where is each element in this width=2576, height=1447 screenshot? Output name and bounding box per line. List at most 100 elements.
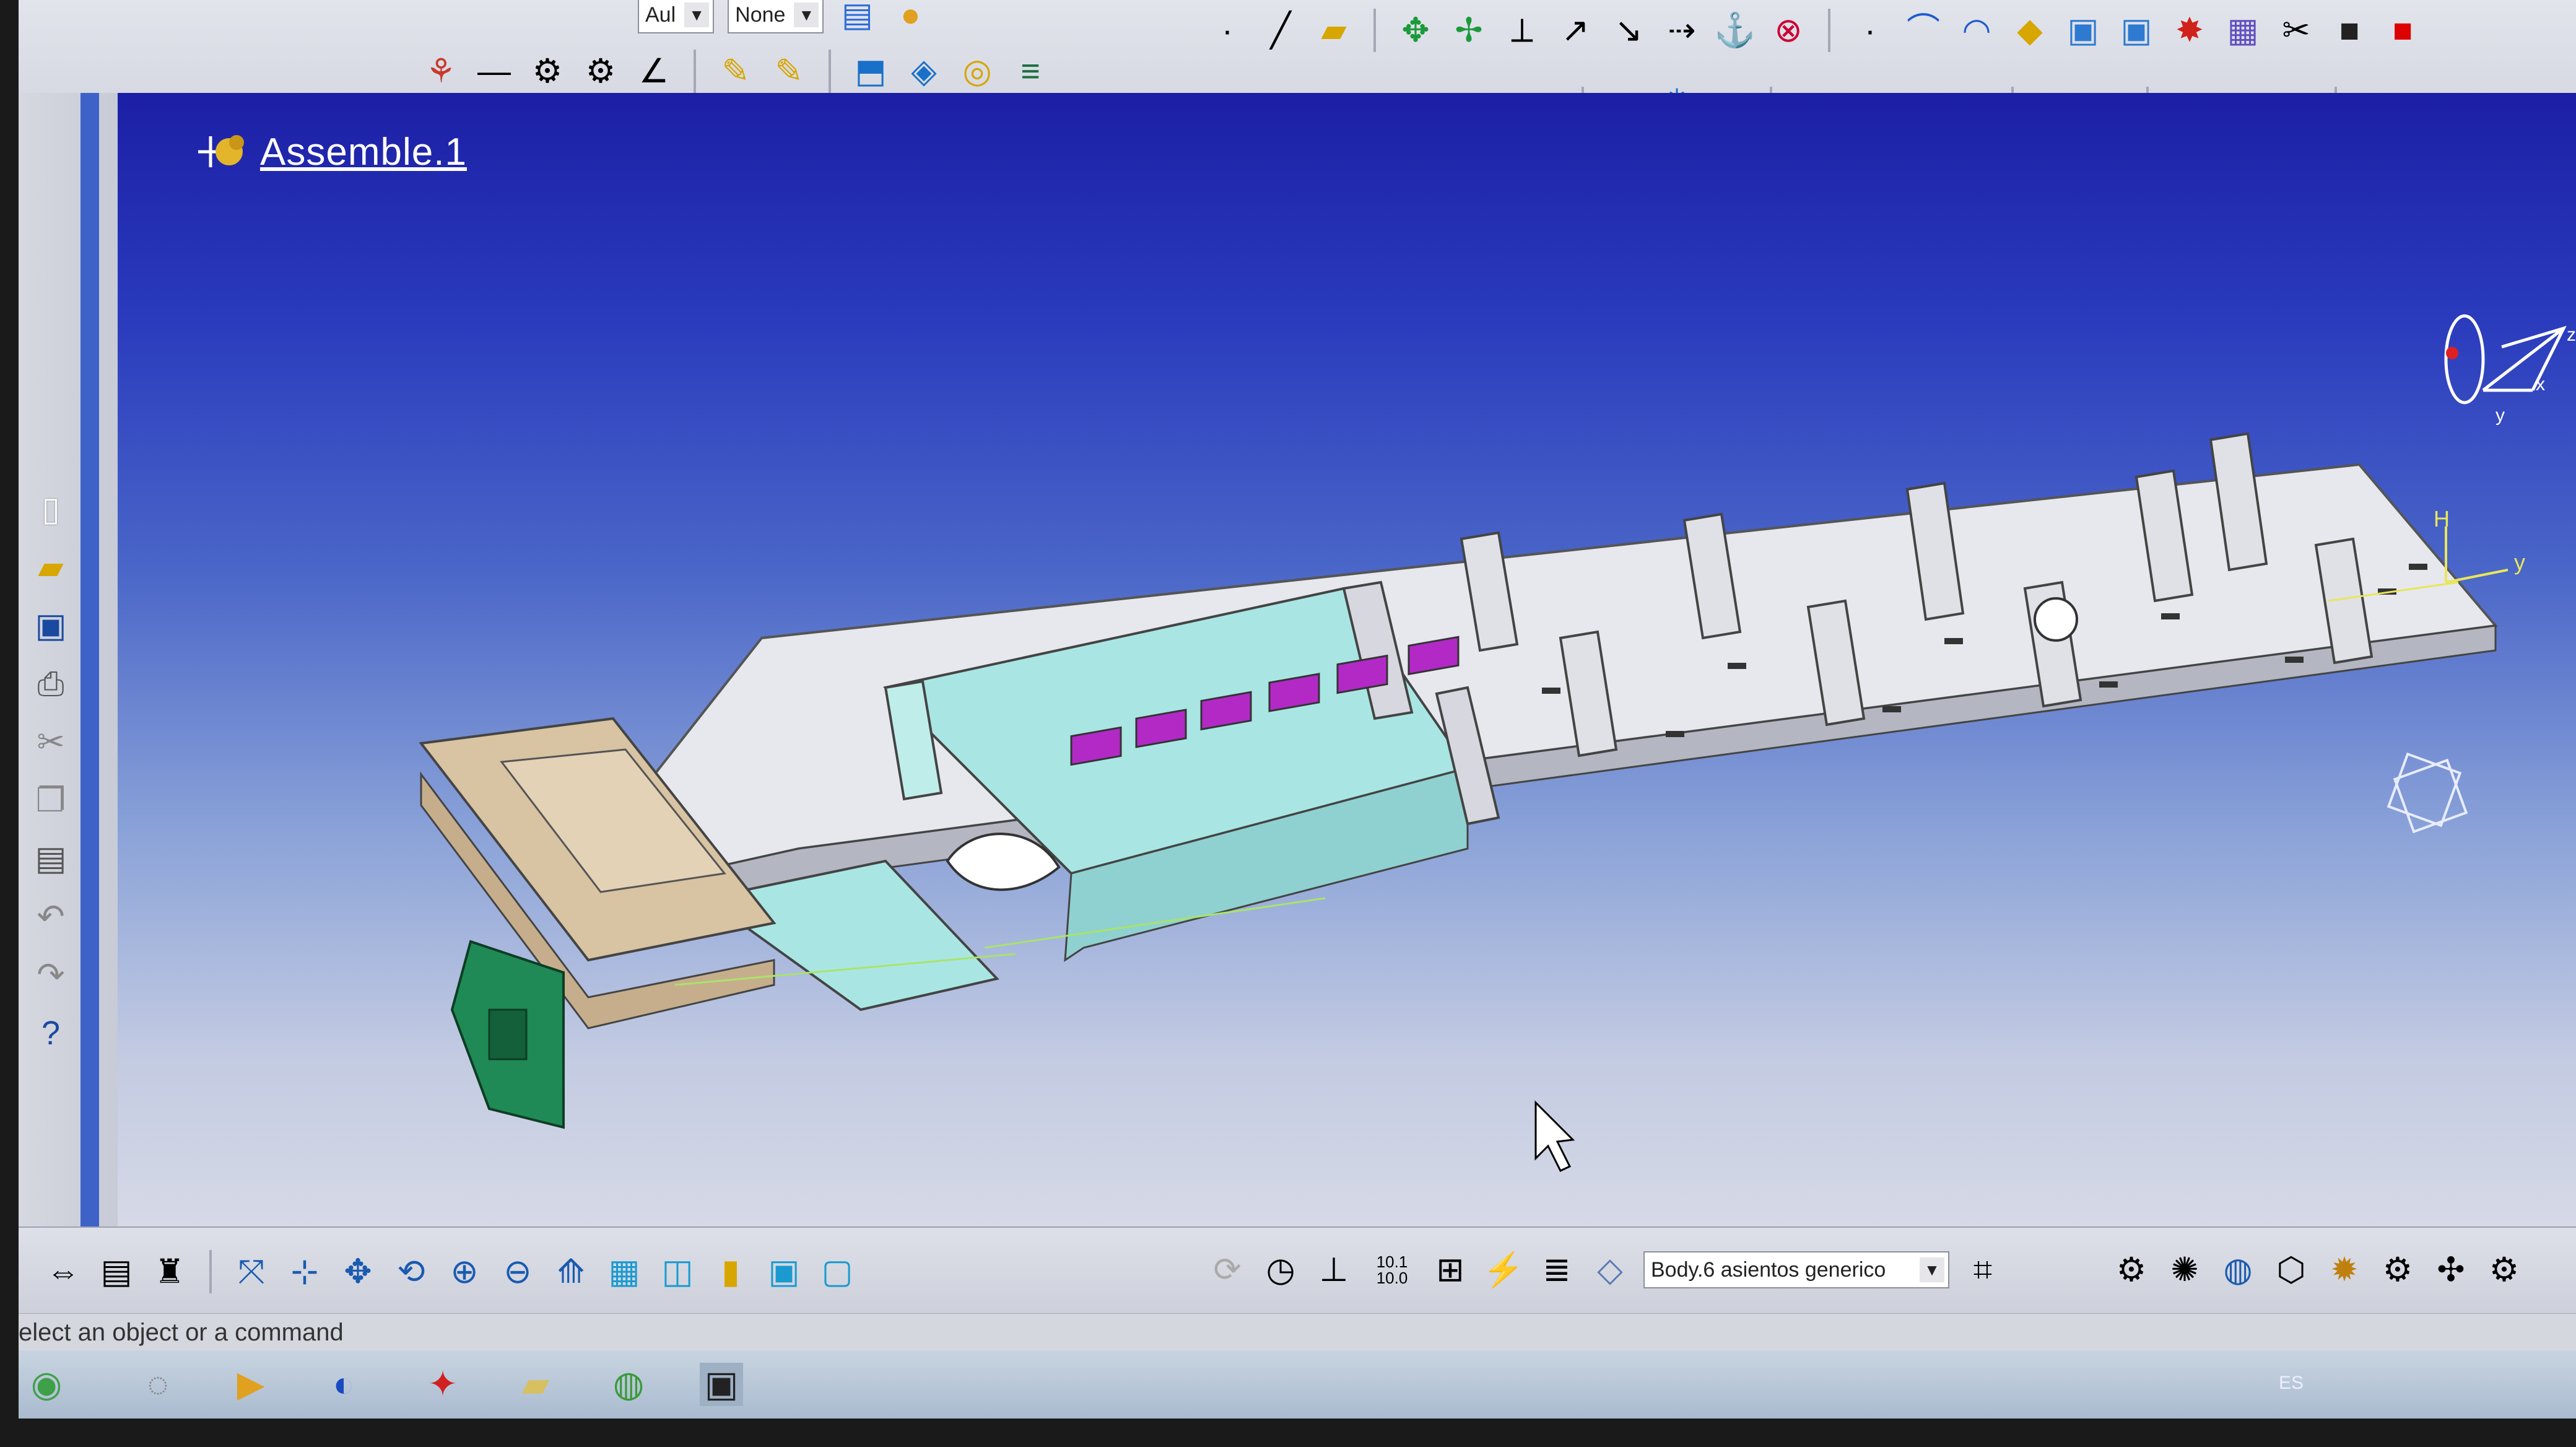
insert-part-icon[interactable]: ⬒ <box>851 51 890 91</box>
sketch-icon[interactable]: ✎ <box>716 51 755 91</box>
property-combo-a[interactable]: Aul ▼ <box>638 0 715 33</box>
network-icon[interactable]: ✺ <box>2165 1250 2204 1290</box>
language-indicator[interactable]: ES <box>2279 1373 2304 1394</box>
sun-gear-icon[interactable]: ✹ <box>2325 1250 2364 1290</box>
fill-icon[interactable]: ◆ <box>2010 11 2050 50</box>
quick-view-icon[interactable]: ▦ <box>604 1252 644 1292</box>
normal-view-icon[interactable]: ⤧ <box>232 1252 271 1292</box>
pocket-icon[interactable]: ▣ <box>2117 11 2156 50</box>
iso-view-icon[interactable]: ◫ <box>658 1252 697 1292</box>
open-folder-icon[interactable]: ▰ <box>31 548 71 587</box>
rotate-icon[interactable]: ✢ <box>1449 11 1489 50</box>
print-icon[interactable]: ⎙ <box>31 664 71 704</box>
parameter-icon[interactable]: ⌗ <box>1963 1250 2003 1290</box>
media-icon[interactable]: ▶ <box>229 1363 272 1406</box>
copy-icon[interactable]: ❐ <box>31 780 71 820</box>
eraser-icon[interactable]: ◇ <box>1590 1250 1630 1290</box>
product-icon[interactable]: ⚘ <box>421 51 461 91</box>
cut-icon[interactable]: ✂ <box>31 722 71 762</box>
cylinder-view-icon[interactable]: ⊞ <box>1430 1250 1470 1290</box>
property-combo-b[interactable]: None ▼ <box>728 0 824 33</box>
grid-icon[interactable]: ▦ <box>2223 11 2263 50</box>
render-icon[interactable]: ■ <box>2383 11 2422 50</box>
multi-view-icon[interactable]: ▤ <box>97 1252 136 1292</box>
fit-all-icon[interactable]: ⇔ <box>43 1252 83 1292</box>
chevron-down-icon[interactable]: ▼ <box>1920 1257 1944 1282</box>
fly-icon[interactable]: ♜ <box>150 1252 189 1292</box>
explode-icon[interactable]: ✸ <box>2170 11 2209 50</box>
sketch-edit-icon[interactable]: ✎ <box>769 51 809 91</box>
toolbar-separator <box>694 50 696 93</box>
undo-icon[interactable]: ↶ <box>31 897 71 937</box>
line-icon[interactable]: ╱ <box>1261 11 1300 50</box>
save-icon[interactable]: ▣ <box>31 606 71 645</box>
surface-map-icon[interactable]: ◈ <box>904 51 944 91</box>
mesh-icon[interactable]: ✣ <box>2431 1250 2471 1290</box>
catalog-icon[interactable]: ⚙ <box>2484 1250 2524 1290</box>
list-icon[interactable]: ≣ <box>1537 1250 1577 1290</box>
app-window-icon[interactable]: ▣ <box>700 1363 743 1406</box>
axis-system-icon[interactable]: ⊥ <box>1314 1250 1354 1290</box>
catia-icon[interactable]: ◐ <box>322 1363 365 1406</box>
layers-icon[interactable]: ≡ <box>1011 51 1050 91</box>
browser-icon[interactable]: ◌ <box>136 1363 180 1406</box>
surface-icon[interactable]: ◠ <box>1957 11 1996 50</box>
compass-widget[interactable] <box>2444 314 2567 404</box>
settings-icon[interactable]: ⚙ <box>2378 1250 2417 1290</box>
tree-root-label[interactable]: Assemble.1 <box>260 130 467 174</box>
zoom-in-icon[interactable]: ⊕ <box>445 1252 484 1292</box>
angle-constraint-icon[interactable]: ∠ <box>634 51 674 91</box>
redo-icon[interactable]: ↷ <box>31 955 71 995</box>
cube-icon[interactable]: ■ <box>2330 11 2369 50</box>
spec-tree-root[interactable]: Assemble.1 <box>192 124 467 180</box>
manipulate-icon[interactable]: ⚙ <box>528 51 567 91</box>
point-icon[interactable]: · <box>1850 11 1890 50</box>
app-pin-icon[interactable]: ✦ <box>421 1363 464 1406</box>
tools-icon[interactable]: ✂ <box>2276 11 2316 50</box>
update-icon[interactable]: ⟳ <box>1208 1250 1247 1290</box>
chevron-down-icon[interactable]: ▼ <box>684 2 710 27</box>
folder-icon[interactable]: ▰ <box>514 1363 557 1406</box>
3d-shape-icon[interactable]: ◍ <box>2218 1250 2258 1290</box>
zoom-out-icon[interactable]: ⊖ <box>498 1252 537 1292</box>
whats-this-icon[interactable]: ? <box>31 1013 71 1053</box>
model-canvas[interactable]: H y x y z <box>118 93 2576 1226</box>
sphere-icon[interactable]: ● <box>890 0 930 35</box>
swap-space-icon[interactable]: ▢ <box>817 1252 857 1292</box>
shading-icon[interactable]: ▮ <box>711 1252 751 1292</box>
offset-icon[interactable]: ↗ <box>1556 11 1595 50</box>
new-file-icon[interactable]: ▯ <box>31 489 71 529</box>
analysis-icon[interactable]: ◎ <box>957 51 997 91</box>
clock-icon[interactable]: ◷ <box>1261 1250 1300 1290</box>
plane-icon[interactable]: ▰ <box>1314 11 1354 50</box>
part-icon[interactable]: ⬡ <box>2271 1250 2311 1290</box>
snap-icon[interactable]: ⟂ <box>1502 11 1542 50</box>
arc-icon[interactable]: ⌒ <box>1904 11 1943 50</box>
layer-icon[interactable]: ▤ <box>837 0 877 35</box>
rotate-view-icon[interactable]: ⟲ <box>391 1252 431 1292</box>
start-orb-icon[interactable]: ◉ <box>25 1363 68 1406</box>
pad-icon[interactable]: ▣ <box>2063 11 2103 50</box>
fit-icon[interactable]: ⊹ <box>285 1252 324 1292</box>
chrome-icon[interactable]: ◍ <box>607 1363 650 1406</box>
distance-icon[interactable]: ⇢ <box>1662 11 1702 50</box>
angle-icon[interactable]: ↘ <box>1609 11 1648 50</box>
compass-y-label: y <box>2496 405 2505 426</box>
paste-icon[interactable]: ▤ <box>31 839 71 878</box>
point-icon[interactable]: · <box>1208 11 1247 50</box>
chevron-down-icon[interactable]: ▼ <box>794 2 819 27</box>
view-toolbar: ⇔ ▤ ♜ ⤧ ⊹ ✥ ⟲ ⊕ ⊖ ⟰ ▦ ◫ ▮ ▣ ▢ <box>43 1250 857 1293</box>
move-icon[interactable]: ✥ <box>1396 11 1435 50</box>
current-body-select[interactable]: Body.6 asientos generico ▼ <box>1643 1251 1949 1288</box>
snap-part-icon[interactable]: ⚙ <box>581 51 620 91</box>
vertical-scrollbar[interactable] <box>80 93 99 1226</box>
constraint-line-icon[interactable]: — <box>474 51 514 91</box>
fix-icon[interactable]: ⚓ <box>1714 11 1756 50</box>
hide-show-icon[interactable]: ▣ <box>764 1252 804 1292</box>
pan-icon[interactable]: ✥ <box>338 1252 378 1292</box>
normal-plane-icon[interactable]: ⟰ <box>551 1252 591 1292</box>
3d-viewport[interactable]: H y x y z Assemble.1 <box>118 93 2576 1226</box>
snap-point-icon[interactable]: ⚡ <box>1482 1250 1524 1290</box>
gear-icon[interactable]: ⚙ <box>2112 1250 2151 1290</box>
constraint-icon[interactable]: ⊗ <box>1769 11 1808 50</box>
